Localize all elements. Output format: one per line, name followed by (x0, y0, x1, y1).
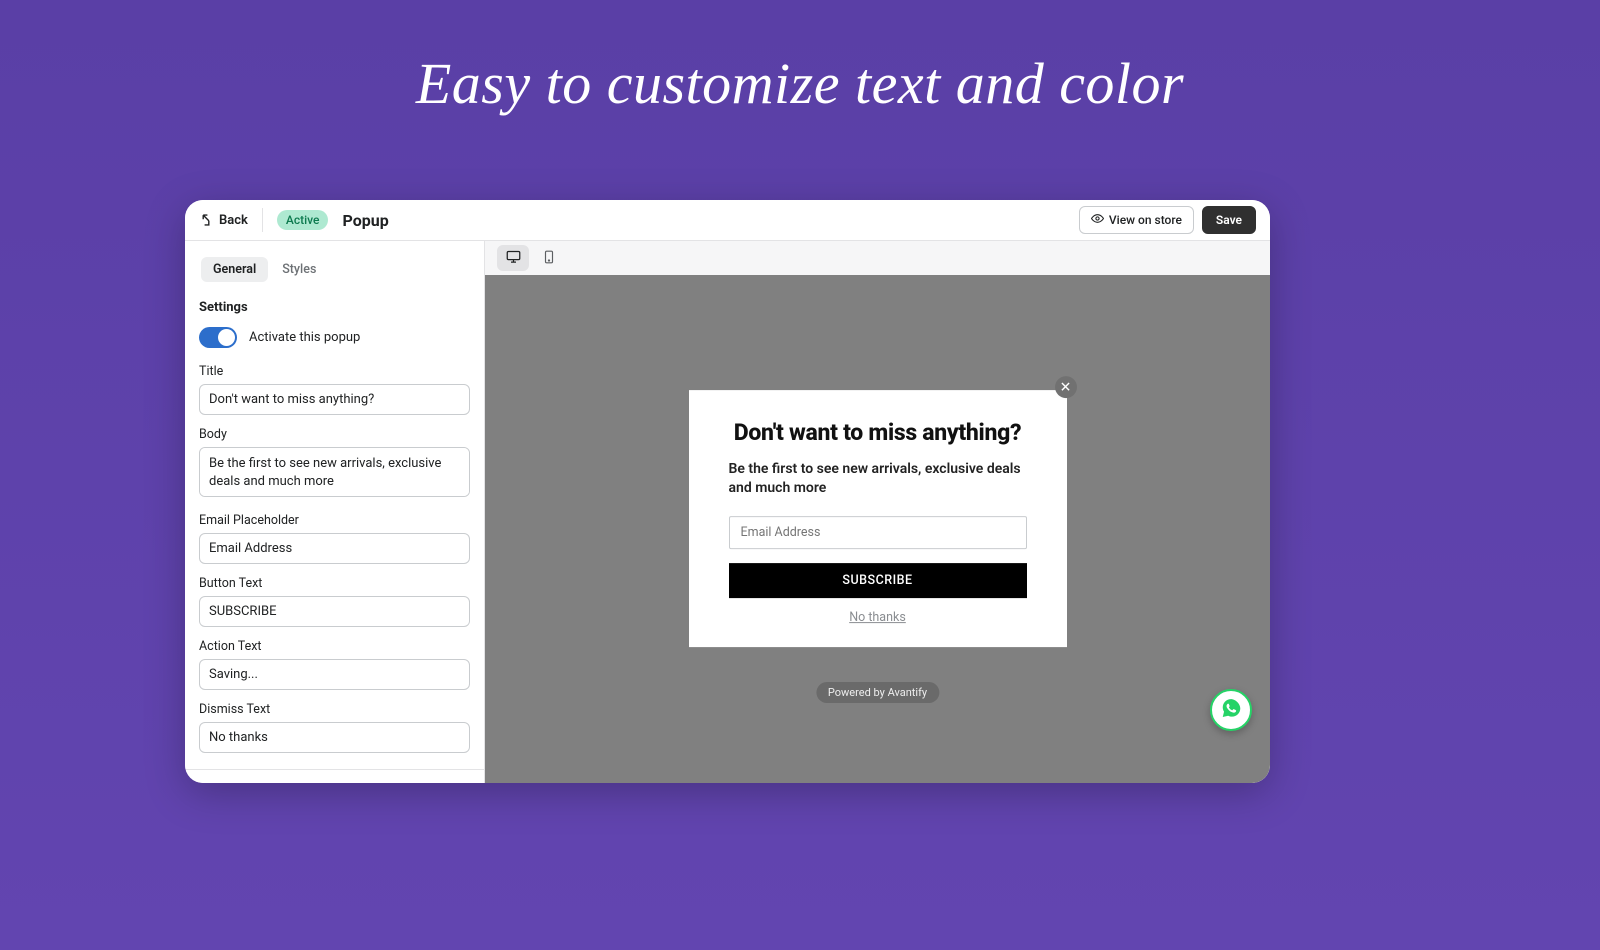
title-label: Title (199, 364, 470, 379)
whatsapp-icon (1220, 697, 1242, 723)
action-text-input[interactable] (199, 659, 470, 690)
popup-body: Be the first to see new arrivals, exclus… (729, 461, 1027, 499)
back-button[interactable]: Back (199, 208, 263, 232)
status-badge: Active (277, 210, 329, 230)
device-bar (485, 241, 1270, 275)
settings-sidebar: General Styles Settings Activate this po… (185, 241, 485, 783)
page-title: Popup (342, 211, 388, 230)
mobile-preview-button[interactable] (533, 245, 565, 271)
preview-pane: Don't want to miss anything? Be the firs… (485, 241, 1270, 783)
popup-close-button[interactable] (1055, 376, 1077, 398)
popup-title: Don't want to miss anything? (729, 420, 1027, 446)
mobile-icon (542, 249, 556, 268)
back-arrow-icon (199, 213, 213, 227)
popup-dismiss-link[interactable]: No thanks (729, 610, 1027, 625)
view-on-store-label: View on store (1109, 213, 1182, 227)
desktop-preview-button[interactable] (497, 245, 529, 271)
whatsapp-fab[interactable] (1210, 689, 1252, 731)
close-icon (1061, 380, 1070, 394)
title-input[interactable] (199, 384, 470, 415)
settings-heading: Settings (199, 300, 470, 315)
tabs: General Styles (199, 255, 470, 284)
activate-toggle[interactable] (199, 327, 237, 348)
button-text-input[interactable] (199, 596, 470, 627)
email-placeholder-input[interactable] (199, 533, 470, 564)
hero-headline: Easy to customize text and color (0, 50, 1600, 117)
header-bar: Back Active Popup View on store Save (185, 200, 1270, 241)
eye-icon (1091, 212, 1104, 228)
dismiss-text-label: Dismiss Text (199, 702, 470, 717)
dismiss-text-input[interactable] (199, 722, 470, 753)
desktop-icon (506, 249, 521, 268)
tab-styles[interactable]: Styles (270, 257, 328, 282)
activate-label: Activate this popup (249, 330, 360, 345)
popup-email-input[interactable] (729, 516, 1027, 549)
popup-subscribe-button[interactable]: SUBSCRIBE (729, 563, 1027, 598)
app-window: Back Active Popup View on store Save Gen… (185, 200, 1270, 783)
powered-by-pill: Powered by Avantify (816, 682, 939, 703)
view-on-store-button[interactable]: View on store (1079, 206, 1194, 234)
preview-canvas: Don't want to miss anything? Be the firs… (485, 275, 1270, 783)
action-text-label: Action Text (199, 639, 470, 654)
email-placeholder-label: Email Placeholder (199, 513, 470, 528)
back-label: Back (219, 213, 248, 228)
popup-preview: Don't want to miss anything? Be the firs… (689, 390, 1067, 647)
divider (185, 769, 484, 770)
button-text-label: Button Text (199, 576, 470, 591)
tab-general[interactable]: General (201, 257, 268, 282)
save-button[interactable]: Save (1202, 206, 1256, 234)
body-label: Body (199, 427, 470, 442)
body-input[interactable]: Be the first to see new arrivals, exclus… (199, 447, 470, 497)
